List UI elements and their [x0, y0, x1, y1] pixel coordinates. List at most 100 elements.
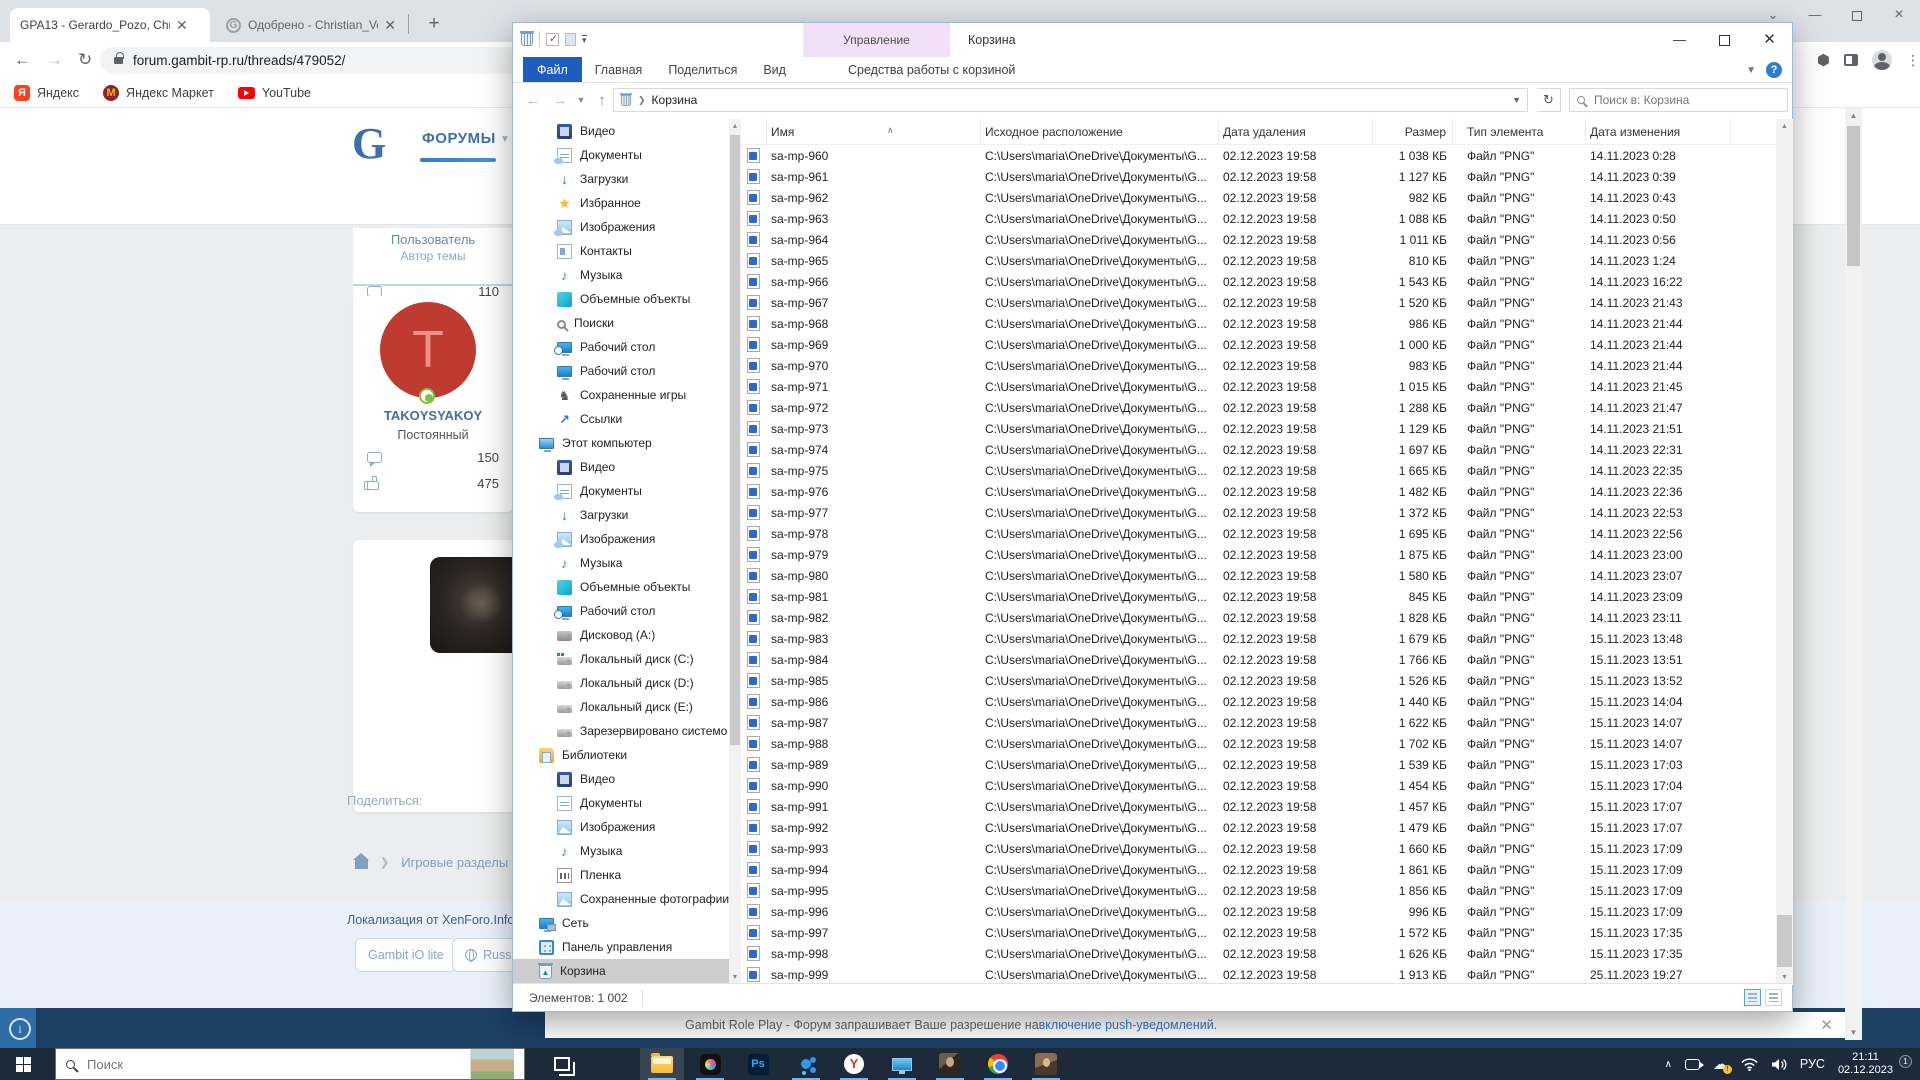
browser-menu-icon[interactable]: ⋮ [1906, 53, 1920, 67]
tray-expand-icon[interactable]: ∧ [1665, 1059, 1672, 1070]
nav-back-icon[interactable]: ← [519, 92, 547, 109]
taskbar-yandex-button[interactable]: Y [832, 1048, 876, 1080]
nav-tree-item[interactable]: Сохраненные фотографии [513, 887, 729, 911]
file-row[interactable]: sa-mp-987 C:\Users\maria\OneDrive\Докуме… [741, 712, 1776, 733]
file-row[interactable]: sa-mp-979 C:\Users\maria\OneDrive\Докуме… [741, 544, 1776, 565]
nav-tree-item[interactable]: Видео [513, 455, 729, 479]
scroll-down-icon[interactable]: ▼ [1776, 974, 1793, 981]
volume-icon[interactable] [1771, 1058, 1787, 1071]
file-row[interactable]: sa-mp-965 C:\Users\maria\OneDrive\Докуме… [741, 250, 1776, 271]
nav-tree-item[interactable]: Локальный диск (E:) [513, 695, 729, 719]
file-row[interactable]: sa-mp-993 C:\Users\maria\OneDrive\Докуме… [741, 838, 1776, 859]
file-row[interactable]: sa-mp-967 C:\Users\maria\OneDrive\Докуме… [741, 292, 1776, 313]
recent-locations-icon[interactable]: ▼ [573, 95, 589, 105]
explorer-close-button[interactable]: ✕ [1747, 23, 1792, 57]
nav-tree-item[interactable]: Музыка [513, 839, 729, 863]
file-row[interactable]: sa-mp-968 C:\Users\maria\OneDrive\Докуме… [741, 313, 1776, 334]
explorer-address-bar[interactable]: ❯ Корзина ▼ [613, 88, 1528, 112]
nav-tree-item[interactable]: Локальный диск (C:) [513, 647, 729, 671]
nav-tree-item[interactable]: Изображения [513, 215, 729, 239]
nav-tree-item[interactable]: Сеть [513, 911, 729, 935]
page-scrollbar[interactable]: ▲ ▼ [1845, 108, 1862, 1040]
explorer-search[interactable] [1569, 88, 1788, 112]
nav-tree-item[interactable]: Сохраненные игры [513, 383, 729, 407]
file-row[interactable]: sa-mp-982 C:\Users\maria\OneDrive\Докуме… [741, 607, 1776, 628]
file-row[interactable]: sa-mp-972 C:\Users\maria\OneDrive\Докуме… [741, 397, 1776, 418]
file-row[interactable]: sa-mp-971 C:\Users\maria\OneDrive\Докуме… [741, 376, 1776, 397]
taskbar-photo2-button[interactable] [1024, 1048, 1068, 1080]
nav-tree-item[interactable]: Этот компьютер [513, 431, 729, 455]
file-row[interactable]: sa-mp-976 C:\Users\maria\OneDrive\Докуме… [741, 481, 1776, 502]
nav-tree-item[interactable]: Корзина [513, 959, 729, 983]
details-view-icon[interactable] [1744, 989, 1761, 1006]
large-icons-view-icon[interactable] [1765, 989, 1782, 1006]
taskbar-photoshop-button[interactable]: Ps [736, 1048, 780, 1080]
browser-tab-2[interactable]: G Одобрено - Christian_Vera / бло ✕ [216, 8, 406, 42]
refresh-icon[interactable]: ↻ [1537, 88, 1561, 112]
avatar[interactable]: T [380, 302, 476, 398]
localization-link[interactable]: Локализация от XenForo.Info [347, 913, 514, 927]
username[interactable]: TAKOYSYAKOY [353, 408, 513, 423]
explorer-maximize-button[interactable] [1702, 23, 1747, 57]
nav-tree-item[interactable]: Музыка [513, 263, 729, 287]
file-row[interactable]: sa-mp-992 C:\Users\maria\OneDrive\Докуме… [741, 817, 1776, 838]
task-view-button[interactable] [540, 1048, 584, 1080]
bookmark-yandex-market[interactable]: М Яндекс Маркет [103, 84, 214, 101]
browser-minimize-button[interactable]: — [1794, 0, 1836, 30]
column-name[interactable]: Имя ∧ [767, 119, 981, 144]
clock[interactable]: 21:11 02.12.2023 [1838, 1051, 1893, 1077]
search-input[interactable] [1592, 92, 1752, 108]
breadcrumb-item[interactable]: Игровые разделы [401, 855, 508, 870]
taskbar-pc-button[interactable] [880, 1048, 924, 1080]
nav-tree-item[interactable]: Панель управления [513, 935, 729, 959]
extensions-icon[interactable]: ⬢ [1817, 51, 1830, 69]
nav-tree-item[interactable]: Рабочий стол [513, 335, 729, 359]
file-row[interactable]: sa-mp-975 C:\Users\maria\OneDrive\Докуме… [741, 460, 1776, 481]
language-indicator[interactable]: РУС [1800, 1057, 1825, 1071]
info-icon[interactable] [0, 1008, 36, 1048]
nav-tree-item[interactable]: Библиотеки [513, 743, 729, 767]
tab-view[interactable]: Вид [750, 57, 799, 82]
file-row[interactable]: sa-mp-980 C:\Users\maria\OneDrive\Докуме… [741, 565, 1776, 586]
column-type[interactable]: Тип элемента [1463, 119, 1586, 144]
customize-qat-icon[interactable]: ▾ [582, 34, 587, 44]
scroll-thumb[interactable] [730, 135, 740, 745]
onedrive-warning-icon[interactable]: ☁ [1713, 1057, 1732, 1074]
browser-tab-active[interactable]: GPA13 - Gerardo_Pozo, Christian ✕ [10, 8, 210, 42]
file-row[interactable]: sa-mp-962 C:\Users\maria\OneDrive\Докуме… [741, 187, 1776, 208]
new-tab-button[interactable]: + [420, 10, 448, 38]
nav-tree-item[interactable]: Зарезервировано системо [513, 719, 729, 743]
browser-close-button[interactable]: × [1878, 0, 1920, 30]
file-row[interactable]: sa-mp-989 C:\Users\maria\OneDrive\Докуме… [741, 754, 1776, 775]
file-row[interactable]: sa-mp-974 C:\Users\maria\OneDrive\Докуме… [741, 439, 1776, 460]
file-row[interactable]: sa-mp-964 C:\Users\maria\OneDrive\Докуме… [741, 229, 1776, 250]
tab-file[interactable]: Файл [523, 57, 582, 82]
nav-tree-item[interactable]: Объемные объекты [513, 575, 729, 599]
nav-tree-item[interactable]: Документы [513, 143, 729, 167]
reload-icon[interactable]: ↻ [78, 42, 92, 78]
file-row[interactable]: sa-mp-977 C:\Users\maria\OneDrive\Докуме… [741, 502, 1776, 523]
nav-scrollbar[interactable]: ▲ ▼ [729, 119, 741, 985]
nav-tree-item[interactable]: Рабочий стол [513, 599, 729, 623]
home-icon[interactable] [353, 853, 369, 869]
scroll-up-icon[interactable]: ▲ [1845, 111, 1862, 120]
taskbar-filmora-button[interactable] [688, 1048, 732, 1080]
browser-restore-button[interactable] [1836, 0, 1878, 30]
file-row[interactable]: sa-mp-963 C:\Users\maria\OneDrive\Докуме… [741, 208, 1776, 229]
nav-tree-item[interactable]: Локальный диск (D:) [513, 671, 729, 695]
nav-up-icon[interactable]: ↑ [589, 92, 615, 109]
file-row[interactable]: sa-mp-966 C:\Users\maria\OneDrive\Докуме… [741, 271, 1776, 292]
file-row[interactable]: sa-mp-998 C:\Users\maria\OneDrive\Докуме… [741, 943, 1776, 964]
scroll-down-icon[interactable]: ▼ [729, 974, 741, 981]
scroll-thumb[interactable] [1847, 126, 1860, 266]
nav-tree-item[interactable]: Избранное [513, 191, 729, 215]
forum-nav-forums[interactable]: ФОРУМЫ [422, 130, 496, 147]
file-row[interactable]: sa-mp-981 C:\Users\maria\OneDrive\Докуме… [741, 586, 1776, 607]
file-row[interactable]: sa-mp-994 C:\Users\maria\OneDrive\Докуме… [741, 859, 1776, 880]
profile-avatar[interactable] [1872, 50, 1892, 70]
file-row[interactable]: sa-mp-990 C:\Users\maria\OneDrive\Докуме… [741, 775, 1776, 796]
address-dropdown-icon[interactable]: ▼ [1512, 95, 1521, 105]
scroll-up-icon[interactable]: ▲ [1776, 123, 1793, 130]
new-folder-icon[interactable] [565, 32, 576, 46]
bookmark-yandex[interactable]: Я Яндекс [14, 84, 79, 101]
